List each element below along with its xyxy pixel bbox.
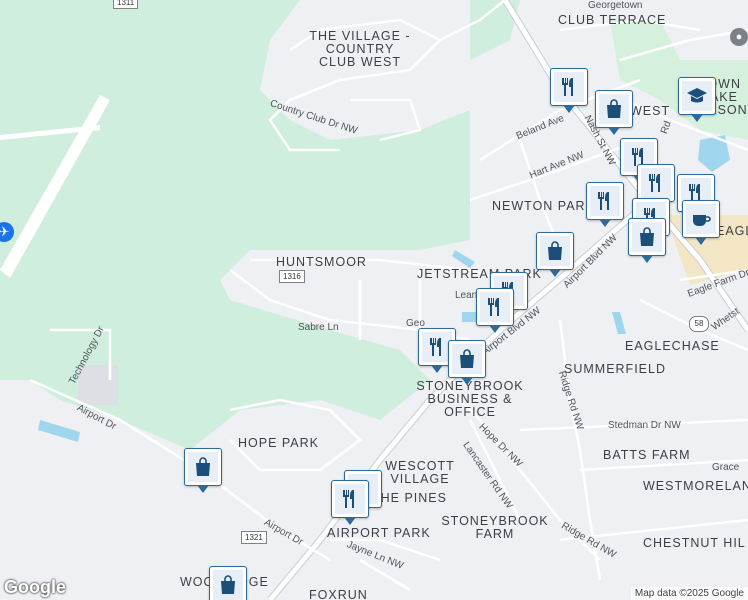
poi-pin-cafe-eagle[interactable] <box>682 200 720 245</box>
area-label-wescott-village: WESCOTT VILLAGE <box>385 459 455 486</box>
area-label-summerfield: SUMMERFIELD <box>564 362 666 376</box>
area-label-eagle: EAGLE <box>716 224 748 238</box>
pond-east <box>612 312 626 334</box>
area-label-eaglechase: EAGLECHASE <box>625 339 720 353</box>
poi-pin-shopping-west[interactable] <box>595 90 633 135</box>
map-canvas[interactable]: THE VILLAGE - COUNTRY CLUB WEST CLUB TER… <box>0 0 748 600</box>
area-label-the-pines: THE PINES <box>372 491 447 505</box>
restaurant-icon <box>562 78 573 96</box>
area-label-westmoreland: WESTMORELAN <box>643 479 748 493</box>
school-icon <box>687 88 707 103</box>
shopping-bag-icon <box>607 99 621 118</box>
poi-pin-shopping-hope-park[interactable] <box>184 448 222 493</box>
road-label-stedman-dr: Stedman Dr NW <box>608 420 681 431</box>
road-label-leam: Lean <box>455 290 478 301</box>
poi-pin-restaurant-hart-2[interactable] <box>637 164 675 209</box>
poi-pin-restaurant-newton[interactable] <box>586 182 624 227</box>
shopping-bag-icon <box>548 241 562 260</box>
area-label-stoneybrook-business: STONEYBROOK BUSINESS & OFFICE <box>416 379 524 419</box>
poi-pin-shopping-airport-blvd[interactable] <box>628 218 666 263</box>
poi-pin-shopping-woodridge[interactable] <box>209 566 247 600</box>
area-label-stoneybrook-farm: STONEYBROOK FARM <box>441 514 549 541</box>
area-label-chestnut-hill: CHESTNUT HIL <box>643 536 746 550</box>
restaurant-icon <box>649 174 660 192</box>
poi-pin-shopping-stoneybrook[interactable] <box>448 340 486 385</box>
poi-pin-restaurant-wescott-2[interactable] <box>331 480 369 525</box>
poi-pin-restaurant-nash[interactable] <box>550 68 588 113</box>
area-label-the-village: THE VILLAGE - COUNTRY CLUB WEST <box>309 29 411 69</box>
pond-jetstream <box>452 250 475 268</box>
route-shield-1321: 1321 <box>241 531 267 544</box>
road-label-grace: Grace <box>712 462 740 473</box>
route-shield-58: 58 <box>689 316 709 332</box>
shopping-bag-icon <box>221 575 235 594</box>
road-label-sabre-ln: Sabre Ln <box>298 322 339 333</box>
area-label-west: WEST <box>630 104 671 118</box>
shopping-bag-icon <box>460 349 474 368</box>
coffee-icon <box>693 215 711 226</box>
area-label-foxrun: FOXRUN <box>309 588 368 600</box>
google-logo[interactable]: Google <box>4 577 66 598</box>
area-label-newton-park: NEWTON PARK <box>492 199 595 213</box>
place-marker-icon[interactable]: ● <box>730 28 748 46</box>
restaurant-icon <box>343 490 354 508</box>
area-label-airport-park: AIRPORT PARK <box>327 526 431 540</box>
area-label-club-terrace: CLUB TERRACE <box>558 13 667 27</box>
pond-airport <box>38 420 80 442</box>
map-base-layer <box>0 0 748 600</box>
area-label-batts-farm: BATTS FARM <box>603 448 691 462</box>
shopping-bag-icon <box>640 227 654 246</box>
restaurant-icon <box>488 298 499 316</box>
restaurant-icon <box>430 338 441 356</box>
road-label-georgetown: Georgetown <box>588 0 643 11</box>
poi-pin-restaurant-jetstream-2[interactable] <box>476 288 514 333</box>
poi-pin-shopping-jetstream[interactable] <box>536 232 574 277</box>
area-label-hope-park: HOPE PARK <box>238 436 320 450</box>
route-shield-1316: 1316 <box>279 270 305 283</box>
restaurant-icon <box>598 192 609 210</box>
shopping-bag-icon <box>196 457 210 476</box>
map-attribution: Map data ©2025 Google <box>630 587 748 600</box>
area-label-huntsmoor: HUNTSMOOR <box>276 255 367 269</box>
route-shield-1311: 1311 <box>113 0 139 9</box>
poi-pin-school-town[interactable] <box>678 77 716 122</box>
